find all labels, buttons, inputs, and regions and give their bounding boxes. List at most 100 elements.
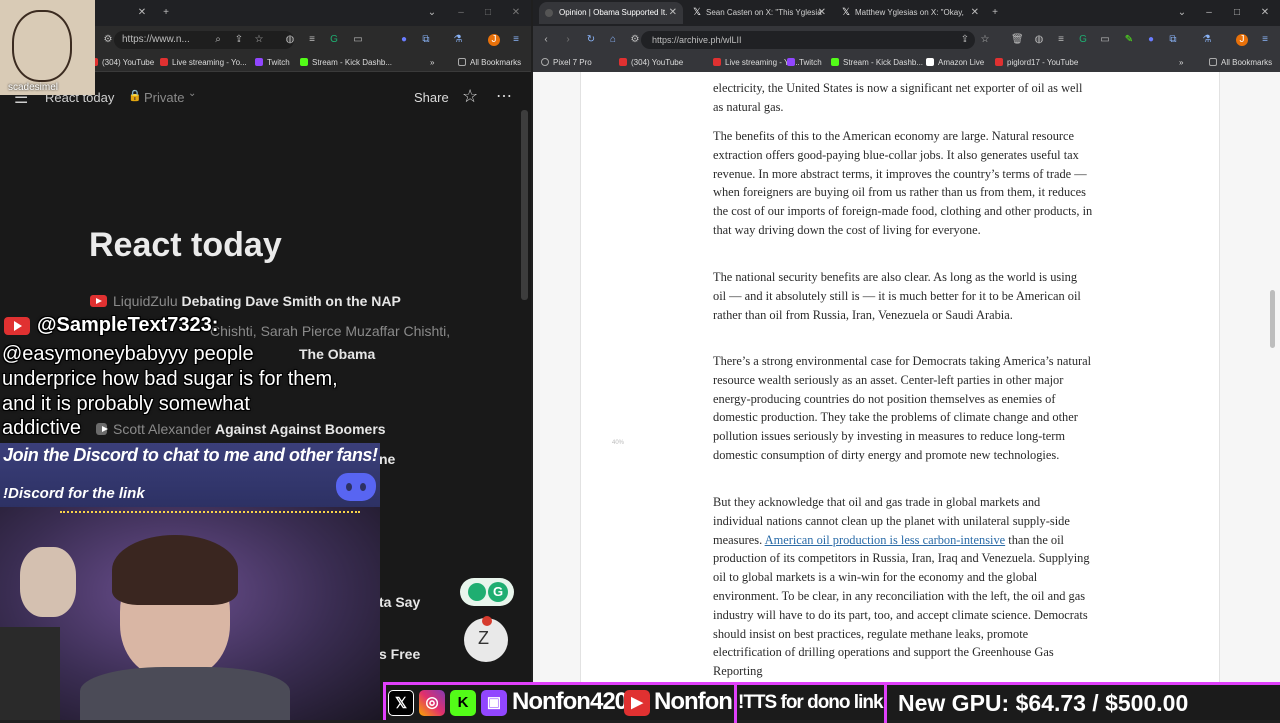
- maximize-icon[interactable]: □: [1231, 7, 1243, 19]
- browser-tab[interactable]: 𝕏 Matthew Yglesias on X: "Okay, ✕: [835, 2, 985, 24]
- right-browser-window: Opinion | Obama Supported It. ✕ 𝕏 Sean Ca…: [533, 0, 1280, 720]
- profile-icon[interactable]: J: [1236, 34, 1248, 46]
- discord-icon: [336, 473, 376, 501]
- streamer-avatar: scadesimel: [0, 0, 95, 95]
- bookmark-item[interactable]: (304) YouTube: [619, 54, 683, 72]
- bookmark-icon[interactable]: ☆: [253, 34, 265, 46]
- extension-icon[interactable]: ●: [398, 34, 410, 46]
- bookmark-icon[interactable]: ☆: [979, 34, 991, 46]
- extension-icon[interactable]: ≡: [306, 34, 318, 46]
- article-paragraph: There’s a strong environmental case for …: [713, 354, 1092, 462]
- lab-icon[interactable]: ⚗: [452, 34, 464, 46]
- bookmark-item[interactable]: Twitch: [255, 54, 290, 72]
- avatar-label: scadesimel: [8, 82, 59, 93]
- visibility-label[interactable]: Private: [144, 90, 184, 105]
- minimize-icon[interactable]: –: [1203, 7, 1215, 19]
- discord-eye: [346, 483, 352, 491]
- article-link[interactable]: American oil production is less carbon-i…: [765, 533, 1006, 547]
- share-button[interactable]: Share: [414, 90, 449, 105]
- right-address-bar[interactable]: https://archive.ph/wlLII: [641, 31, 975, 49]
- list-item[interactable]: s Free: [379, 646, 420, 662]
- bookmark-item[interactable]: Pixel 7 Pro: [541, 54, 592, 72]
- scrollbar-thumb[interactable]: [1270, 290, 1275, 348]
- bar-divider: [734, 685, 737, 723]
- side-note: 40%: [612, 440, 625, 446]
- mascot-button[interactable]: Z: [464, 616, 508, 662]
- article-paragraph: The benefits of this to the American eco…: [713, 129, 1093, 237]
- grammarly-icon[interactable]: G: [1077, 34, 1089, 46]
- chevron-down-icon[interactable]: ⌄: [1176, 7, 1188, 19]
- bookmark-item[interactable]: Live streaming - Yo...: [160, 54, 247, 72]
- star-icon[interactable]: ☆: [462, 86, 478, 107]
- grammarly-float-button[interactable]: G: [460, 578, 514, 606]
- share-page-icon[interactable]: ⇪: [233, 34, 245, 46]
- minimize-icon[interactable]: –: [455, 7, 467, 19]
- forward-icon[interactable]: ›: [562, 34, 574, 46]
- article-paragraph: electricity, the United States is now a …: [713, 81, 1083, 114]
- tune-icon[interactable]: ⚙: [102, 34, 114, 46]
- bookmark-overflow-icon[interactable]: »: [430, 54, 434, 72]
- new-tab-icon[interactable]: +: [989, 7, 1001, 19]
- stream-info-bar: 𝕏 ◎ K ▣ Nonfon420 ▶ Nonfon !TTS for dono…: [383, 682, 1280, 723]
- new-tab-icon[interactable]: +: [160, 7, 172, 19]
- close-tab-icon[interactable]: ✕: [971, 2, 979, 24]
- chevron-down-icon[interactable]: ⌄: [188, 88, 196, 99]
- bookmark-item[interactable]: piglord17 - YouTube: [995, 54, 1078, 72]
- close-tab-icon[interactable]: ✕: [818, 2, 826, 24]
- all-bookmarks[interactable]: All Bookmarks: [458, 54, 521, 72]
- zoom-icon[interactable]: ⌕: [212, 34, 224, 46]
- bookmark-overflow-icon[interactable]: »: [1179, 54, 1183, 72]
- maximize-icon[interactable]: □: [482, 7, 494, 19]
- article-paragraph: But they acknowledge that oil and gas tr…: [713, 493, 1093, 681]
- chevron-down-icon[interactable]: ⌄: [426, 7, 438, 19]
- bookmark-item[interactable]: Stream - Kick Dashb...: [300, 54, 392, 72]
- browser-tab[interactable]: Opinion | Obama Supported It. ✕: [539, 2, 683, 24]
- profile-icon[interactable]: J: [488, 34, 500, 46]
- chat-username: @SampleText7323:: [37, 314, 219, 336]
- scrollbar-thumb[interactable]: [521, 110, 528, 300]
- bookmark-item[interactable]: Stream - Kick Dashb...: [831, 54, 923, 72]
- extension-icon[interactable]: ▭: [1099, 34, 1111, 46]
- play-icon: [14, 321, 22, 331]
- bookmark-item[interactable]: Amazon Live: [926, 54, 984, 72]
- kick-icon: K: [450, 690, 476, 716]
- bookmark-item[interactable]: (304) YouTube: [90, 54, 154, 72]
- grammarly-icon[interactable]: G: [328, 34, 340, 46]
- pen-icon[interactable]: ✎: [1123, 34, 1135, 46]
- close-tab-icon[interactable]: ✕: [669, 2, 677, 24]
- close-window-icon[interactable]: ✕: [1259, 7, 1271, 19]
- extension-icon[interactable]: ◍: [284, 34, 296, 46]
- discord-eye: [360, 483, 366, 491]
- extension-icon[interactable]: ◍: [1033, 34, 1045, 46]
- reload-icon[interactable]: ↻: [585, 34, 597, 46]
- trash-icon[interactable]: 🗑: [1011, 34, 1024, 46]
- site-info-icon[interactable]: ⚙: [629, 34, 641, 46]
- left-address-bar[interactable]: https://www.n...: [114, 31, 294, 49]
- share-page-icon[interactable]: ⇪: [959, 34, 971, 46]
- bookmark-item[interactable]: Twitch: [787, 54, 822, 72]
- youtube-icon: ▶: [624, 690, 650, 716]
- list-item[interactable]: ta Say: [379, 594, 420, 610]
- left-browser-window: ✕ + ⌄ – □ ✕ ⚙ https://www.n... ⌕ ⇪ ☆ ◍ ≡…: [0, 0, 531, 720]
- microphone: [0, 627, 60, 720]
- close-window-icon[interactable]: ✕: [510, 7, 522, 19]
- extension-icon[interactable]: ▭: [352, 34, 364, 46]
- tab-favicon: [545, 9, 553, 17]
- menu-icon[interactable]: ≡: [510, 34, 522, 46]
- extension-icon[interactable]: ≡: [1055, 34, 1067, 46]
- home-icon[interactable]: ⌂: [607, 34, 619, 46]
- list-item[interactable]: LiquidZulu Debating Dave Smith on the NA…: [90, 293, 401, 309]
- right-toolbar: ‹ › ↻ ⌂ ⚙ https://archive.ph/wlLII ⇪ ☆ 🗑…: [533, 26, 1280, 54]
- all-bookmarks[interactable]: All Bookmarks: [1209, 54, 1272, 72]
- menu-icon[interactable]: ≡: [1259, 34, 1271, 46]
- back-icon[interactable]: ‹: [540, 34, 552, 46]
- list-item[interactable]: ne: [379, 451, 395, 467]
- handle-text: Nonfon420: [512, 688, 628, 715]
- browser-tab[interactable]: 𝕏 Sean Casten on X: "This Yglesia ✕: [686, 2, 832, 24]
- extension-icon[interactable]: ●: [1145, 34, 1157, 46]
- close-tab-icon[interactable]: ✕: [136, 7, 148, 19]
- puzzle-icon[interactable]: ⧉: [1167, 34, 1179, 46]
- puzzle-icon[interactable]: ⧉: [420, 34, 432, 46]
- lab-icon[interactable]: ⚗: [1201, 34, 1213, 46]
- more-icon[interactable]: ⋯: [496, 86, 512, 106]
